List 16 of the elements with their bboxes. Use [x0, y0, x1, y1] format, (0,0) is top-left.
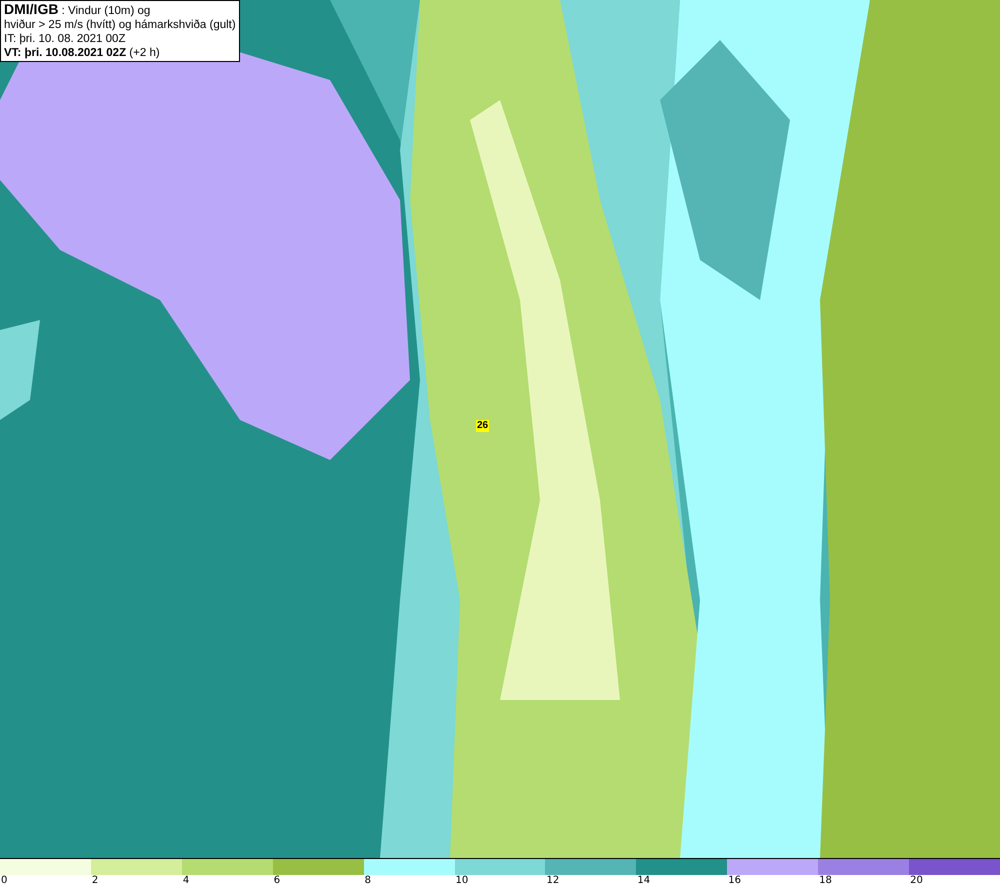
header-line: hviður > 25 m/s (hvítt) og hámarkshviða (gult) — [4, 18, 236, 32]
legend-tick-label: 6 — [272, 875, 280, 887]
legend-tick-label: 4 — [182, 875, 190, 887]
header-line: VT: þri. 10.08.2021 02Z (+2 h) — [4, 46, 161, 60]
legend-tick-label: 16 — [727, 875, 741, 887]
legend-tick-label: 0 — [0, 875, 8, 887]
legend-tick-label: 2 — [90, 875, 98, 887]
header-line: IT: þri. 10. 08. 2021 00Z — [4, 32, 126, 46]
legend-tick-label: 14 — [636, 875, 650, 887]
legend-tick-label: 12 — [545, 875, 560, 887]
legend-tick-label: 18 — [818, 875, 832, 887]
legend-tick-label: 20 — [909, 875, 923, 887]
header-line: DMI/IGB : Vindur (10m) og — [4, 2, 152, 18]
map-label: 26 — [476, 420, 490, 432]
legend-tick-label: 8 — [364, 875, 371, 887]
legend-tick-label: 10 — [454, 875, 468, 887]
